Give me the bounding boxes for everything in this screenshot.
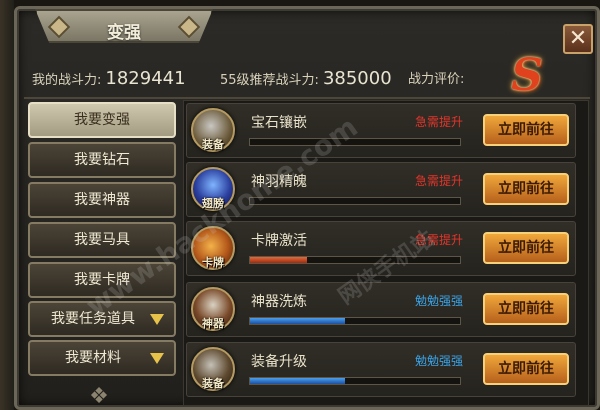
wings-icon: 翅膀 <box>191 167 235 211</box>
recommended-power-label: 55级推荐战斗力: <box>220 73 319 88</box>
background-rail <box>0 0 14 410</box>
bottom-ornament-icon: ❖ <box>89 384 109 409</box>
card-scroll-icon: 卡牌 <box>191 226 235 270</box>
menu-item-become-stronger[interactable]: 我要变强 <box>28 102 176 138</box>
dropdown-arrow-icon <box>150 353 164 364</box>
status-badge: 急需提升 <box>415 115 464 129</box>
icon-label: 神器 <box>202 317 224 330</box>
menu-item-label: 我要神器 <box>74 192 130 208</box>
list-item: 翅膀 神羽精魄 急需提升 立即前往 <box>186 162 576 217</box>
dropdown-arrow-icon <box>150 314 164 325</box>
progress-fill <box>250 257 307 263</box>
progress-bar <box>249 317 461 325</box>
equipment-upgrade-icon: 装备 <box>191 347 235 391</box>
item-name: 神器洗炼 <box>251 294 307 310</box>
menu-item-label: 我要卡牌 <box>74 272 130 288</box>
stats-bar: 我的战斗力: 1829441 55级推荐战斗力: 385000 战力评价: <box>24 60 514 94</box>
power-rating-label: 战力评价: <box>408 72 465 87</box>
menu-item-quest-items[interactable]: 我要任务道具 <box>28 301 176 337</box>
progress-bar <box>249 197 461 205</box>
icon-label: 装备 <box>202 377 224 390</box>
equipment-gem-icon: 装备 <box>191 108 235 152</box>
progress-bar <box>249 138 461 146</box>
menu-item-label: 我要变强 <box>74 112 130 128</box>
progress-bar <box>249 377 461 385</box>
icon-label: 卡牌 <box>202 256 224 269</box>
status-badge: 急需提升 <box>415 174 464 188</box>
menu-item-label: 我要材料 <box>65 350 121 366</box>
item-name: 神羽精魄 <box>251 174 307 190</box>
progress-bar <box>249 256 461 264</box>
list-item: 卡牌 卡牌激活 急需提升 立即前往 <box>186 221 576 276</box>
menu-item-cards[interactable]: 我要卡牌 <box>28 262 176 298</box>
list-item: 神器 神器洗炼 勉勉强强 立即前往 <box>186 282 576 337</box>
icon-label: 翅膀 <box>202 197 224 210</box>
recommended-power-value: 385000 <box>322 68 392 89</box>
recommended-power: 55级推荐战斗力: 385000 <box>220 68 392 89</box>
status-badge: 急需提升 <box>415 233 464 247</box>
list-item: 装备 宝石镶嵌 急需提升 立即前往 <box>186 103 576 158</box>
list-item: 装备 装备升级 勉勉强强 立即前往 <box>186 342 576 397</box>
divider <box>24 97 590 99</box>
menu-item-materials[interactable]: 我要材料 <box>28 340 176 376</box>
go-now-button[interactable]: 立即前往 <box>483 114 569 146</box>
status-badge: 勉勉强强 <box>415 354 464 368</box>
progress-fill <box>250 318 345 324</box>
progress-fill <box>250 378 345 384</box>
menu-item-label: 我要马具 <box>74 232 130 248</box>
menu-item-label: 我要任务道具 <box>51 311 135 327</box>
power-rating-badge-icon: S <box>511 50 543 101</box>
my-power-value: 1829441 <box>105 68 186 89</box>
menu-item-label: 我要钻石 <box>74 152 130 168</box>
menu-item-horse-gear[interactable]: 我要马具 <box>28 222 176 258</box>
my-power-label: 我的战斗力: <box>32 73 102 88</box>
item-name: 卡牌激活 <box>251 233 307 249</box>
go-now-button[interactable]: 立即前往 <box>483 173 569 205</box>
title-tab: 变强 <box>35 9 213 43</box>
icon-label: 装备 <box>202 138 224 151</box>
item-name: 宝石镶嵌 <box>251 115 307 131</box>
go-now-button[interactable]: 立即前往 <box>483 232 569 264</box>
menu-item-artifacts[interactable]: 我要神器 <box>28 182 176 218</box>
close-button[interactable]: ✕ <box>563 24 593 54</box>
artifact-sword-icon: 神器 <box>191 287 235 331</box>
item-name: 装备升级 <box>251 354 307 370</box>
menu-item-diamonds[interactable]: 我要钻石 <box>28 142 176 178</box>
go-now-button[interactable]: 立即前往 <box>483 293 569 325</box>
go-now-button[interactable]: 立即前往 <box>483 353 569 385</box>
my-power: 我的战斗力: 1829441 <box>32 68 186 89</box>
status-badge: 勉勉强强 <box>415 294 464 308</box>
